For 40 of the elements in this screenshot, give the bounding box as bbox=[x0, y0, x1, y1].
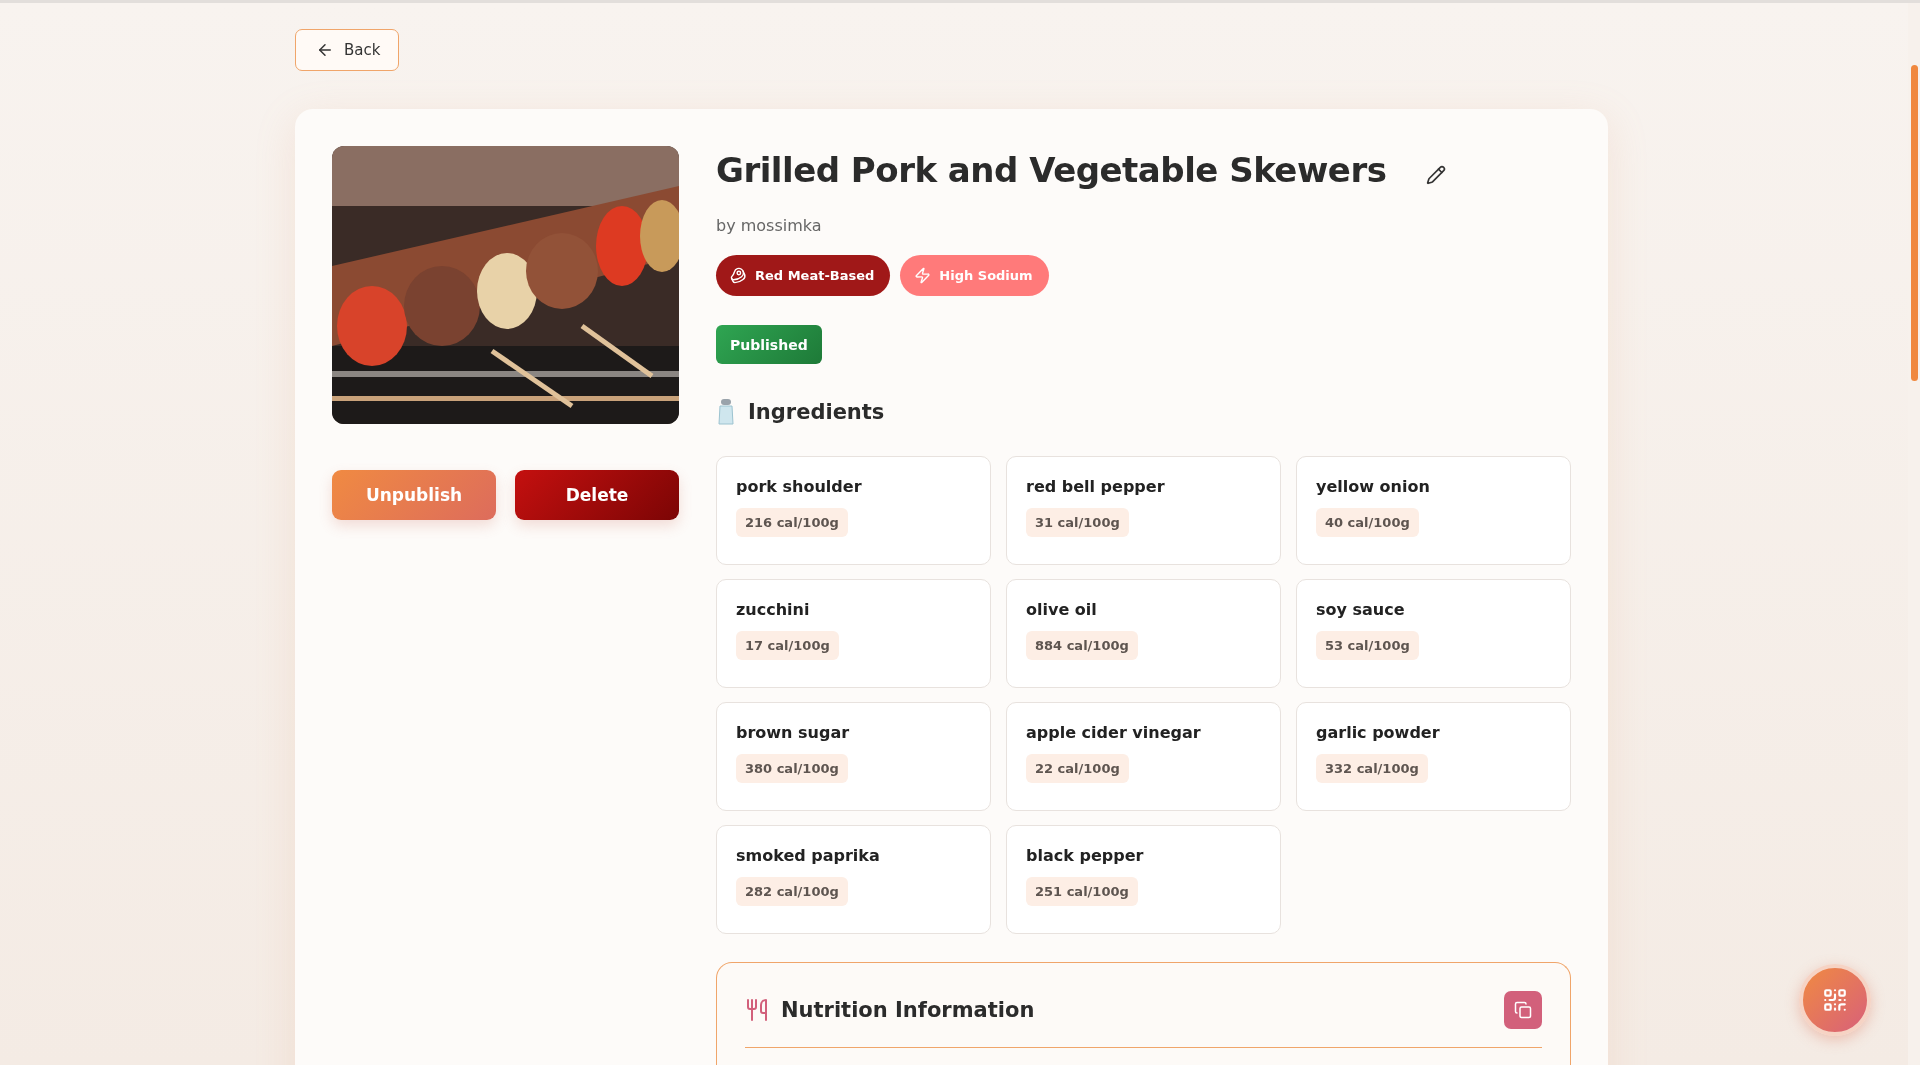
copy-button[interactable] bbox=[1504, 991, 1542, 1029]
status-badge: Published bbox=[716, 325, 822, 364]
ingredient-name: red bell pepper bbox=[1026, 477, 1165, 496]
ingredient-name: black pepper bbox=[1026, 846, 1144, 865]
calorie-chip: 380 cal/100g bbox=[736, 754, 848, 783]
calorie-chip: 40 cal/100g bbox=[1316, 508, 1419, 537]
ingredient-name: smoked paprika bbox=[736, 846, 880, 865]
ingredient-name: olive oil bbox=[1026, 600, 1097, 619]
calorie-chip: 216 cal/100g bbox=[736, 508, 848, 537]
calorie-chip: 31 cal/100g bbox=[1026, 508, 1129, 537]
delete-button[interactable]: Delete bbox=[515, 470, 679, 520]
tag-label: Red Meat-Based bbox=[755, 268, 875, 283]
author-text: by mossimka bbox=[716, 216, 823, 235]
edit-icon[interactable] bbox=[1426, 165, 1447, 185]
calorie-chip: 22 cal/100g bbox=[1026, 754, 1129, 783]
ingredient-name: garlic powder bbox=[1316, 723, 1440, 742]
qr-code-icon bbox=[1822, 987, 1848, 1013]
utensils-icon bbox=[745, 998, 769, 1022]
steak-icon bbox=[730, 267, 747, 284]
ingredient-name: soy sauce bbox=[1316, 600, 1405, 619]
ingredient-name: brown sugar bbox=[736, 723, 850, 742]
calorie-chip: 17 cal/100g bbox=[736, 631, 839, 660]
section-title: Ingredients bbox=[748, 400, 885, 424]
ingredient-name: zucchini bbox=[736, 600, 810, 619]
tag-label: High Sodium bbox=[939, 268, 1033, 283]
back-button[interactable]: Back bbox=[295, 29, 400, 71]
salt-shaker-icon bbox=[716, 398, 736, 426]
section-title: Nutrition Information bbox=[781, 998, 1036, 1022]
calorie-chip: 251 cal/100g bbox=[1026, 877, 1138, 906]
calorie-chip: 282 cal/100g bbox=[736, 877, 848, 906]
copy-icon bbox=[1514, 1001, 1532, 1019]
calorie-chip: 884 cal/100g bbox=[1026, 631, 1138, 660]
calorie-chip: 332 cal/100g bbox=[1316, 754, 1428, 783]
lightning-icon bbox=[914, 267, 932, 284]
ingredient-name: pork shoulder bbox=[736, 477, 862, 496]
ingredient-name: yellow onion bbox=[1316, 477, 1430, 496]
recipe-title: Grilled Pork and Vegetable Skewers bbox=[716, 150, 1387, 190]
ingredient-name: apple cider vinegar bbox=[1026, 723, 1201, 742]
qr-code-button[interactable] bbox=[1799, 964, 1871, 1036]
calorie-chip: 53 cal/100g bbox=[1316, 631, 1419, 660]
